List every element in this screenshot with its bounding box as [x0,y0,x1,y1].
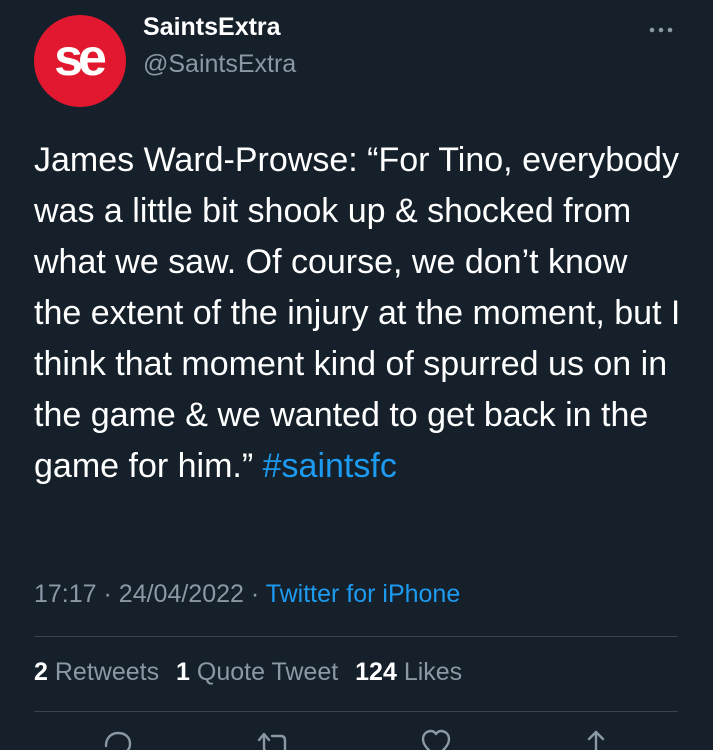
engagement-stats: 2 Retweets 1 Quote Tweet 124 Likes [34,658,472,687]
tweet-date[interactable]: 24/04/2022 [119,580,244,608]
action-bar [0,728,713,750]
likes-stat[interactable]: 124 Likes [355,658,462,686]
retweets-count: 2 [34,658,48,686]
tweet-source-link[interactable]: Twitter for iPhone [266,580,461,608]
share-icon[interactable] [578,728,614,750]
retweet-icon[interactable] [255,728,291,750]
display-name[interactable]: SaintsExtra [143,13,281,42]
tweet-text: James Ward-Prowse: “For Tino, everybody … [34,135,684,492]
avatar-logo-text: se [54,29,107,87]
likes-label: Likes [403,658,463,686]
user-handle[interactable]: @SaintsExtra [143,50,296,79]
reply-icon[interactable] [100,728,136,750]
hashtag-link[interactable]: #saintsfc [263,447,397,485]
retweets-stat[interactable]: 2 Retweets [34,658,159,686]
divider [34,636,678,637]
tweet-metadata: 17:17 · 24/04/2022 · Twitter for iPhone [34,580,460,609]
meta-separator: · [250,580,260,608]
divider [34,711,678,712]
avatar[interactable]: se [34,15,126,107]
heart-icon[interactable] [418,728,454,750]
likes-count: 124 [355,658,397,686]
quotes-count: 1 [176,658,190,686]
tweet-time[interactable]: 17:17 [34,580,97,608]
retweets-label: Retweets [54,658,160,686]
tweet-body: James Ward-Prowse: “For Tino, everybody … [34,141,681,485]
tweet-detail: se SaintsExtra @SaintsExtra James Ward-P… [0,0,713,750]
quotes-label: Quote Tweet [196,658,339,686]
meta-separator: · [103,580,112,608]
more-options-icon[interactable] [646,15,676,45]
quote-tweets-stat[interactable]: 1 Quote Tweet [176,658,338,686]
